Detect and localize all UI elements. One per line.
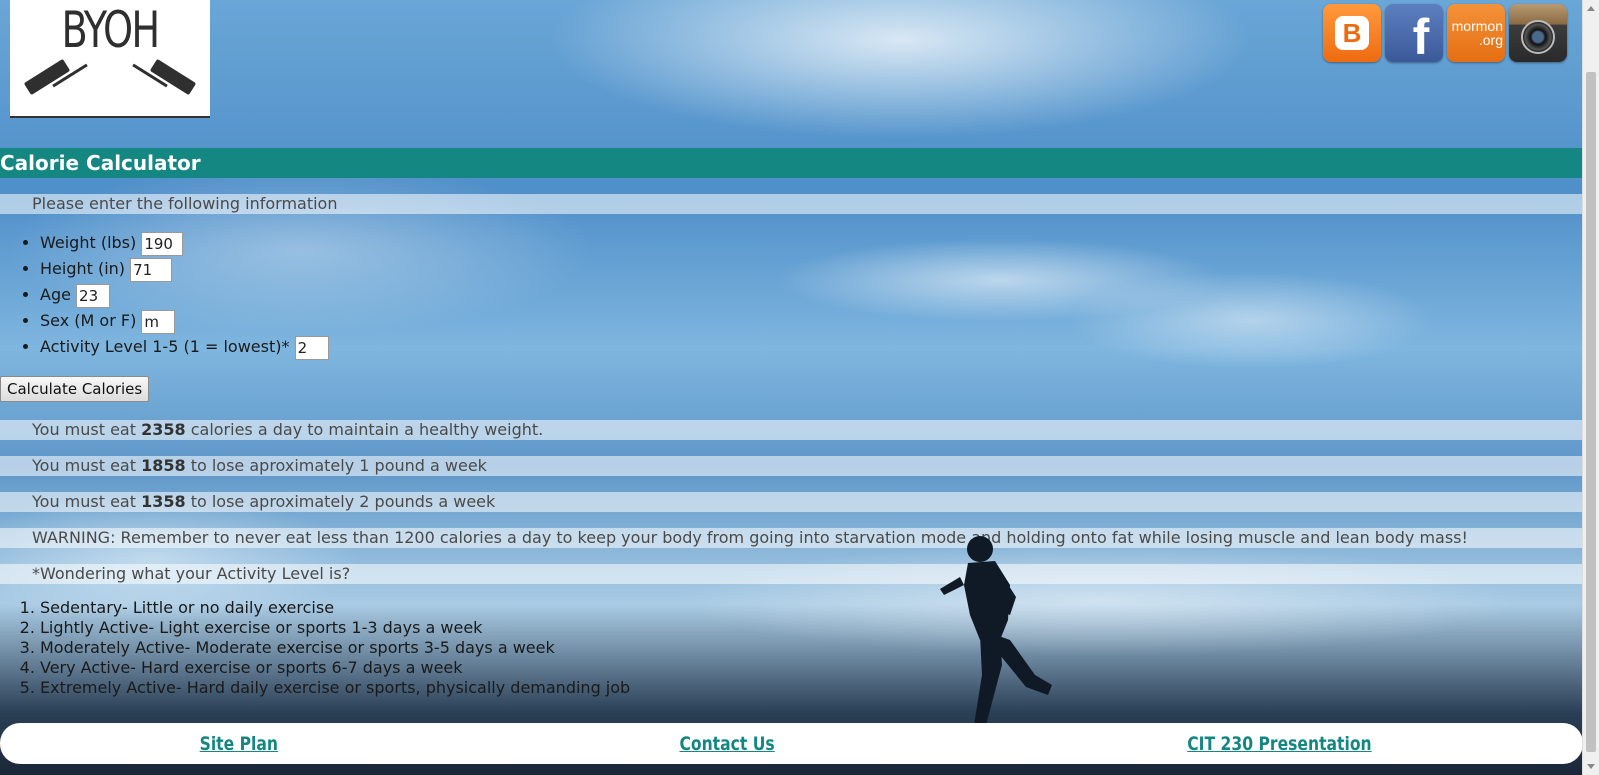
- sex-input[interactable]: [141, 309, 176, 334]
- intro-strip: Please enter the following information: [0, 194, 1583, 214]
- facebook-glyph: f: [1412, 9, 1430, 65]
- instagram-icon[interactable]: [1509, 4, 1567, 62]
- logo-text: BYOH: [61, 1, 160, 59]
- weight-input[interactable]: [141, 231, 184, 256]
- warning-text: WARNING: Remember to never eat less than…: [32, 528, 1468, 547]
- blogger-letter: B: [1342, 18, 1362, 48]
- result-prefix: You must eat: [32, 456, 142, 475]
- result-lose-1: You must eat 1858 to lose aproximately 1…: [0, 456, 1583, 476]
- blogger-glyph: B: [1335, 16, 1369, 50]
- lose-1-calories-value: 1858: [141, 456, 186, 475]
- intro-text: Please enter the following information: [32, 194, 338, 213]
- activity-question-text: *Wondering what your Activity Level is?: [32, 564, 351, 583]
- scroll-up-arrow-icon[interactable]: [1587, 6, 1595, 11]
- age-input[interactable]: [76, 283, 111, 308]
- age-label: Age: [40, 285, 71, 304]
- result-suffix: to lose aproximately 1 pound a week: [185, 456, 487, 475]
- camera-lens-icon: [1521, 20, 1555, 54]
- cit-230-presentation-link[interactable]: CIT 230 Presentation: [1187, 733, 1371, 755]
- page-content: BYOH B f mormon .org Calorie Calculator …: [0, 0, 1583, 775]
- activity-input[interactable]: [294, 335, 329, 360]
- result-prefix: You must eat: [32, 420, 142, 439]
- runner-silhouette: [940, 536, 1052, 725]
- activity-label: Activity Level 1-5 (1 = lowest)*: [40, 337, 290, 356]
- list-item: Very Active- Hard exercise or sports 6-7…: [40, 658, 630, 678]
- activity-row: Activity Level 1-5 (1 = lowest)*: [40, 334, 329, 360]
- vertical-scrollbar[interactable]: [1582, 0, 1599, 775]
- weight-row: Weight (lbs): [40, 230, 329, 256]
- height-row: Height (in): [40, 256, 329, 282]
- sex-row: Sex (M or F): [40, 308, 329, 334]
- scroll-thumb[interactable]: [1586, 72, 1596, 752]
- result-lose-2-text: You must eat 1358 to lose aproximately 2…: [0, 492, 495, 511]
- calculator-form: Weight (lbs) Height (in) Age Sex (M or F…: [0, 230, 329, 360]
- result-prefix: You must eat: [32, 492, 142, 511]
- age-row: Age: [40, 282, 329, 308]
- sex-label: Sex (M or F): [40, 311, 137, 330]
- site-plan-link[interactable]: Site Plan: [200, 733, 278, 755]
- calculate-calories-button[interactable]: Calculate Calories: [0, 376, 150, 402]
- social-links: B f mormon .org: [1323, 4, 1567, 65]
- contact-us-link[interactable]: Contact Us: [679, 733, 774, 755]
- blogger-icon[interactable]: B: [1323, 4, 1381, 62]
- facebook-icon[interactable]: f: [1385, 4, 1443, 65]
- list-item: Sedentary- Little or no daily exercise: [40, 598, 630, 618]
- title-bar: Calorie Calculator: [0, 148, 1583, 178]
- mormon-line2: .org: [1478, 32, 1503, 48]
- byoh-logo[interactable]: BYOH: [10, 0, 210, 118]
- result-lose-2: You must eat 1358 to lose aproximately 2…: [0, 492, 1583, 512]
- mormon-line1: mormon: [1451, 18, 1503, 34]
- warning-strip: WARNING: Remember to never eat less than…: [0, 528, 1583, 548]
- result-maintain-text: You must eat 2358 calories a day to main…: [0, 420, 543, 439]
- result-suffix: to lose aproximately 2 pounds a week: [185, 492, 496, 511]
- height-label: Height (in): [40, 259, 126, 278]
- result-suffix: calories a day to maintain a healthy wei…: [185, 420, 544, 439]
- mormon-org-icon[interactable]: mormon .org: [1447, 4, 1505, 62]
- maintain-calories-value: 2358: [141, 420, 186, 439]
- scroll-down-arrow-icon[interactable]: [1587, 764, 1595, 769]
- page-title: Calorie Calculator: [0, 151, 201, 175]
- result-maintain: You must eat 2358 calories a day to main…: [0, 420, 1583, 440]
- activity-level-list: Sedentary- Little or no daily exercise L…: [0, 598, 630, 698]
- height-input[interactable]: [130, 257, 173, 282]
- list-item: Lightly Active- Light exercise or sports…: [40, 618, 630, 638]
- list-item: Moderately Active- Moderate exercise or …: [40, 638, 630, 658]
- activity-question-strip: *Wondering what your Activity Level is?: [0, 564, 1583, 584]
- footer-nav: Site Plan Contact Us CIT 230 Presentatio…: [0, 723, 1583, 764]
- lose-2-calories-value: 1358: [141, 492, 186, 511]
- list-item: Extremely Active- Hard daily exercise or…: [40, 678, 630, 698]
- result-lose-1-text: You must eat 1858 to lose aproximately 1…: [0, 456, 487, 475]
- weight-label: Weight (lbs): [40, 233, 137, 252]
